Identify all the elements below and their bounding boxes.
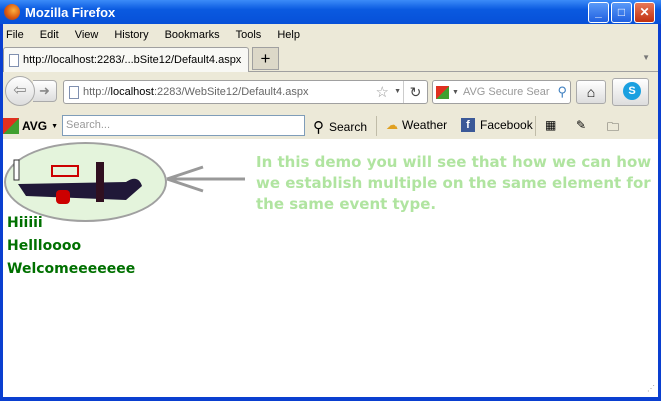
maximize-button[interactable]: □	[611, 2, 632, 23]
minimize-button[interactable]: _	[588, 2, 609, 23]
search-placeholder: AVG Secure Sear	[462, 86, 550, 98]
window-title: Mozilla Firefox	[25, 4, 116, 20]
new-tab-button[interactable]: +	[252, 47, 279, 70]
page-content: In this demo you will see that how we ca…	[3, 139, 658, 397]
page-icon	[9, 53, 19, 67]
weather-icon: ☁	[386, 118, 398, 132]
menu-history[interactable]: History	[114, 29, 148, 41]
avg-logo-icon	[3, 118, 19, 134]
menu-file[interactable]: File	[6, 29, 24, 41]
menu-help[interactable]: Help	[277, 29, 300, 41]
close-button[interactable]: ✕	[634, 2, 655, 23]
avg-engine-icon[interactable]	[436, 85, 449, 99]
search-icon: ⚲	[313, 119, 324, 136]
weather-button[interactable]: ☁ Weather	[386, 118, 447, 132]
tab-active[interactable]: http://localhost:2283/...bSite12/Default…	[3, 47, 249, 72]
search-box[interactable]: ▼ AVG Secure Sear ⚲	[432, 80, 571, 104]
skype-icon: S	[623, 82, 641, 100]
reload-button[interactable]: ↻	[403, 81, 427, 103]
tab-list-icon[interactable]: ▼	[642, 53, 650, 62]
forward-button[interactable]: ➜	[33, 80, 57, 102]
url-prefix: http://	[83, 86, 111, 98]
facebook-icon: f	[461, 118, 475, 132]
skype-button[interactable]: S	[612, 78, 649, 106]
url-bar[interactable]: http://localhost:2283/WebSite12/Default4…	[63, 80, 428, 104]
calculator-icon[interactable]: ▦	[545, 118, 556, 132]
firefox-icon	[4, 4, 20, 20]
facebook-label: Facebook	[480, 118, 533, 132]
menu-view[interactable]: View	[75, 29, 99, 41]
tab-title: http://localhost:2283/...bSite12/Default…	[23, 54, 242, 66]
airplane-image	[4, 142, 167, 222]
url-host: localhost	[110, 86, 154, 98]
arrow-icon	[166, 165, 245, 193]
bookmark-star-icon[interactable]: ☆	[376, 83, 389, 101]
home-button[interactable]: ⌂	[576, 80, 606, 104]
folder-search-icon[interactable]: 🗀	[607, 118, 619, 139]
engine-dropdown-icon[interactable]: ▼	[452, 89, 459, 96]
back-button[interactable]: ⇦	[5, 76, 35, 106]
demo-message: In this demo you will see that how we ca…	[256, 153, 652, 213]
weather-label: Weather	[402, 118, 448, 132]
avg-toolbar: AVG ▼ Search... ⚲ Search ☁ Weather f Faceboo…	[3, 113, 658, 139]
search-magnifier-icon[interactable]: ⚲	[557, 84, 567, 100]
history-dropdown-icon[interactable]: ▼	[394, 88, 401, 95]
title-bar: Mozilla Firefox _ □ ✕	[0, 0, 661, 24]
facebook-button[interactable]: f Facebook	[461, 118, 533, 132]
notepad-icon[interactable]: ✎	[576, 118, 586, 132]
menu-bar: File Edit View History Bookmarks Tools H…	[3, 24, 658, 45]
menu-tools[interactable]: Tools	[236, 29, 262, 41]
text-line-hi[interactable]: Hiiiii	[7, 215, 43, 231]
menu-bookmarks[interactable]: Bookmarks	[165, 29, 220, 41]
url-rest: :2283/WebSite12/Default4.aspx	[153, 86, 309, 98]
avg-search-input[interactable]: Search...	[62, 115, 305, 136]
avg-logo-text: AVG	[22, 119, 48, 133]
avg-logo-button[interactable]: AVG ▼	[3, 118, 58, 134]
search-label: Search	[329, 120, 368, 134]
text-line-welcome[interactable]: Welcomeeeeeee	[7, 261, 135, 277]
page-icon	[69, 85, 79, 99]
menu-edit[interactable]: Edit	[40, 29, 59, 41]
text-line-hello[interactable]: Hellloooo	[7, 238, 81, 254]
resize-grip[interactable]: ⋰	[647, 384, 655, 393]
avg-search-button[interactable]: ⚲ Search	[313, 118, 367, 136]
